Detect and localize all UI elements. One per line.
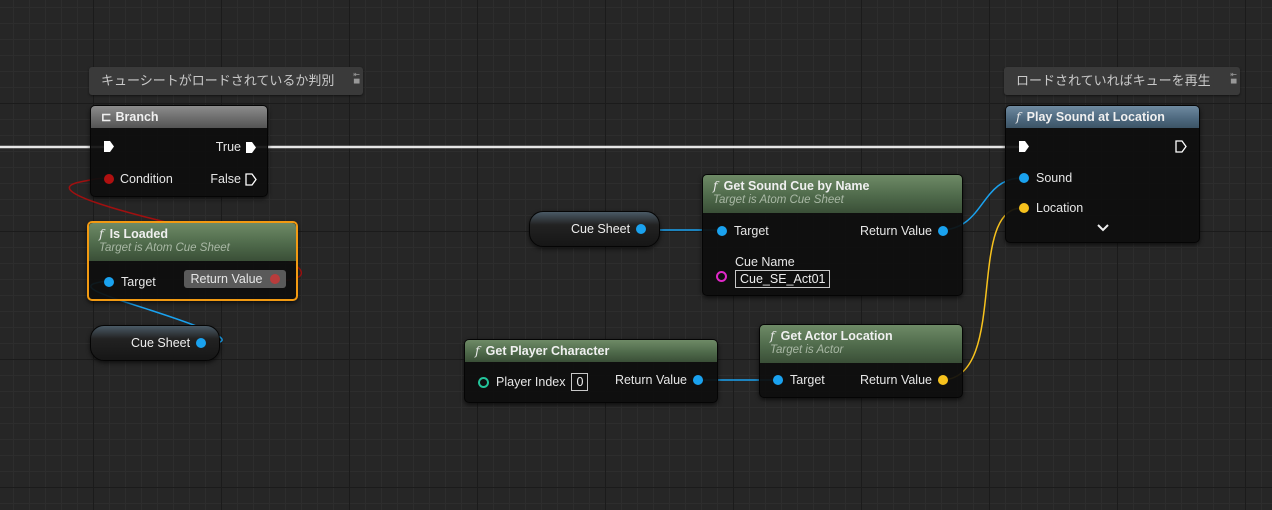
branch-title: Branch	[115, 110, 159, 124]
condition-pin[interactable]: Condition	[104, 172, 173, 186]
exec-pin-icon	[245, 172, 257, 186]
sound-cue-return-pin[interactable]: Return Value	[860, 224, 948, 238]
branch-node[interactable]: ⊏ Branch True Condition False	[90, 105, 268, 197]
is-loaded-subtitle: Target is Atom Cue Sheet	[99, 242, 230, 254]
return-value-box: Return Value	[184, 270, 286, 288]
cue-sheet-variable-left[interactable]: Cue Sheet	[90, 325, 220, 361]
sound-cue-target-pin[interactable]: Target	[717, 224, 769, 238]
condition-label: Condition	[120, 172, 173, 186]
object-pin-icon	[1019, 173, 1029, 183]
player-index-pin[interactable]: Player Index 0	[478, 373, 589, 391]
function-icon: f	[1016, 109, 1021, 124]
target-label: Target	[121, 275, 156, 289]
exec-pin-icon	[1175, 140, 1187, 153]
target-label: Target	[790, 373, 825, 387]
get-player-character-header: f Get Player Character	[465, 340, 717, 362]
get-actor-location-subtitle: Target is Actor	[770, 344, 844, 356]
exec-pin-icon	[245, 141, 257, 154]
get-sound-cue-node[interactable]: f Get Sound Cue by Name Target is Atom Cu…	[702, 174, 963, 296]
false-label: False	[210, 172, 241, 186]
get-actor-location-header: f Get Actor Location Target is Actor	[760, 325, 962, 363]
function-icon: f	[99, 226, 104, 241]
play-sound-header: f Play Sound at Location	[1006, 106, 1199, 128]
comment-bubble-left[interactable]: キューシートがロードされているか判別 ⇤ ▀	[89, 67, 363, 95]
location-pin[interactable]: Location	[1019, 201, 1083, 215]
false-pin[interactable]: False	[210, 172, 257, 186]
actor-location-return-pin[interactable]: Return Value	[860, 373, 948, 387]
is-loaded-node[interactable]: f Is Loaded Target is Atom Cue Sheet Targ…	[87, 221, 298, 301]
location-label: Location	[1036, 201, 1084, 215]
comment-bubble-right[interactable]: ロードされていればキューを再生 ⇤ ▀	[1004, 67, 1240, 95]
object-pin-icon[interactable]	[636, 224, 647, 234]
is-loaded-title: Is Loaded	[109, 227, 168, 241]
get-actor-location-title: Get Actor Location	[780, 329, 893, 343]
object-pin-icon	[104, 277, 114, 287]
object-pin-icon	[938, 226, 948, 236]
exec-in-pin[interactable]	[103, 140, 115, 153]
return-label: Return Value	[859, 373, 932, 387]
play-sound-node[interactable]: f Play Sound at Location Sound Location	[1005, 105, 1200, 243]
function-icon: f	[713, 178, 718, 193]
cue-sheet-variable-mid[interactable]: Cue Sheet	[529, 211, 660, 247]
get-player-character-node[interactable]: f Get Player Character Player Index 0 Ret…	[464, 339, 718, 403]
cue-name-label: Cue Name	[735, 255, 795, 269]
cue-name-pin[interactable]: Cue Name Cue_SE_Act01	[716, 254, 831, 288]
get-player-character-title: Get Player Character	[485, 344, 610, 358]
sound-label: Sound	[1036, 171, 1073, 185]
comment-collapse-icon[interactable]: ⇤ ▀	[353, 70, 360, 88]
exec-pin-icon	[1018, 140, 1030, 153]
return-label: Return Value	[614, 373, 687, 387]
get-actor-location-node[interactable]: f Get Actor Location Target is Actor Targ…	[759, 324, 963, 398]
actor-location-target-pin[interactable]: Target	[773, 373, 825, 387]
object-pin-icon	[717, 226, 727, 236]
object-pin-icon	[693, 375, 703, 385]
function-icon: f	[770, 328, 775, 343]
return-label: Return Value	[190, 272, 263, 286]
branch-header: ⊏ Branch	[91, 106, 267, 128]
bool-pin-icon	[270, 274, 280, 284]
true-label: True	[215, 140, 241, 154]
get-sound-cue-header: f Get Sound Cue by Name Target is Atom Cu…	[703, 175, 962, 213]
cue-sheet-label: Cue Sheet	[571, 222, 631, 236]
get-sound-cue-title: Get Sound Cue by Name	[723, 179, 870, 193]
is-loaded-header: f Is Loaded Target is Atom Cue Sheet	[89, 223, 296, 261]
comment-collapse-icon[interactable]: ⇤ ▀	[1230, 70, 1237, 88]
name-pin-icon	[716, 270, 727, 282]
true-pin[interactable]: True	[216, 140, 257, 154]
function-icon: f	[475, 343, 480, 358]
comment-text: キューシートがロードされているか判別	[101, 73, 335, 88]
chevron-down-icon[interactable]	[1097, 224, 1109, 232]
player-index-label: Player Index	[496, 375, 566, 389]
player-character-return-pin[interactable]: Return Value	[615, 373, 703, 387]
play-sound-exec-out-pin[interactable]	[1175, 140, 1187, 153]
object-pin-icon[interactable]	[196, 338, 207, 348]
exec-pin-icon	[103, 140, 115, 153]
comment-text: ロードされていればキューを再生	[1016, 73, 1211, 88]
is-loaded-return-pin[interactable]: Return Value	[184, 270, 286, 288]
sound-pin[interactable]: Sound	[1019, 171, 1072, 185]
int-pin-icon	[478, 376, 489, 388]
cue-name-input[interactable]: Cue_SE_Act01	[735, 270, 831, 288]
return-label: Return Value	[859, 224, 932, 238]
bool-pin-icon	[104, 174, 114, 184]
target-label: Target	[734, 224, 769, 238]
branch-icon: ⊏	[101, 110, 112, 124]
play-sound-title: Play Sound at Location	[1026, 110, 1165, 124]
player-index-input[interactable]: 0	[571, 373, 589, 391]
vector-pin-icon	[1019, 203, 1029, 213]
get-sound-cue-subtitle: Target is Atom Cue Sheet	[713, 194, 844, 206]
is-loaded-target-pin[interactable]: Target	[104, 275, 156, 289]
play-sound-exec-in-pin[interactable]	[1018, 140, 1030, 153]
object-pin-icon	[773, 375, 783, 385]
cue-sheet-label: Cue Sheet	[131, 336, 191, 350]
vector-pin-icon	[938, 375, 948, 385]
